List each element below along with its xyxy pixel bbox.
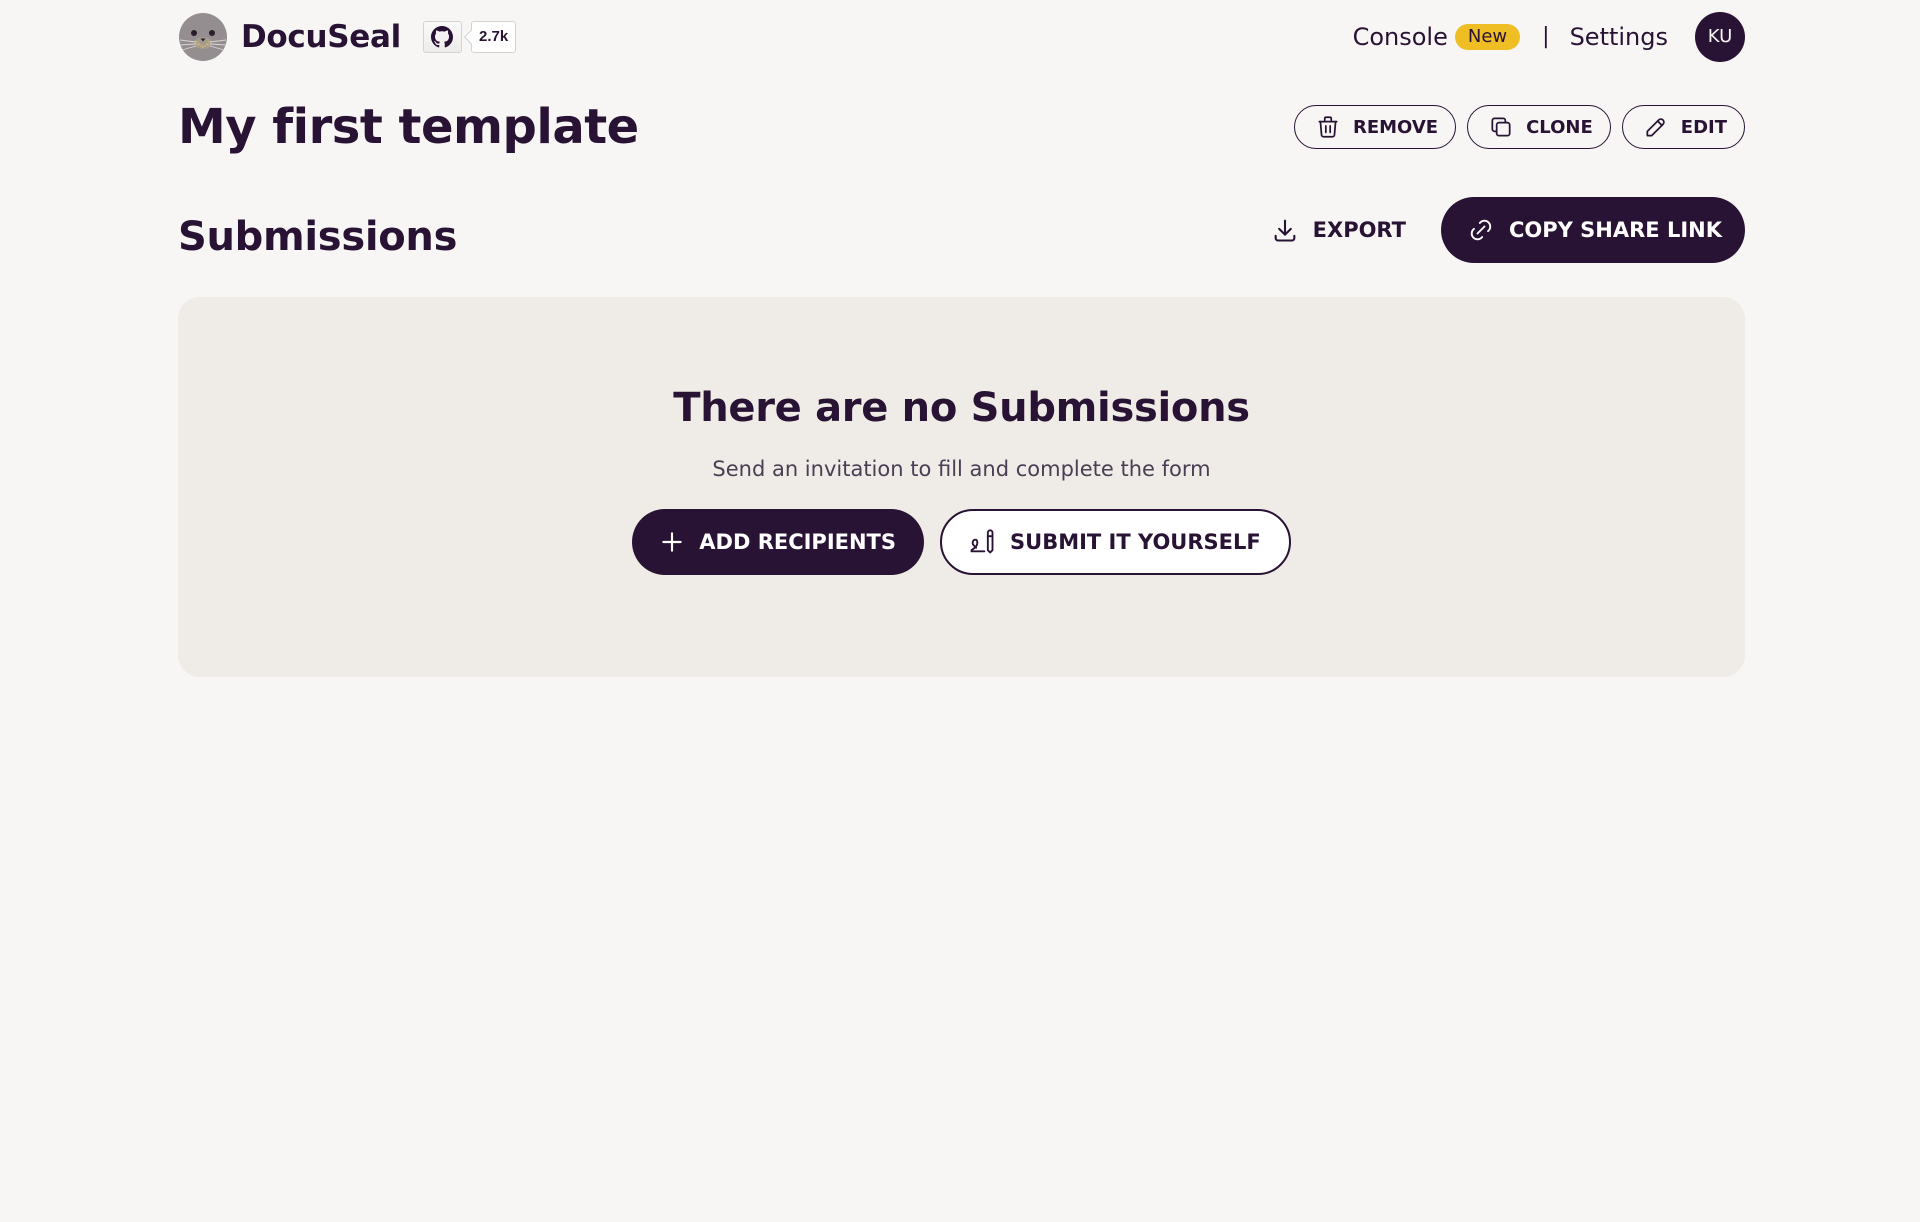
new-badge: New xyxy=(1454,23,1521,50)
submissions-header: Submissions EXPORT COPY SHARE LINK xyxy=(178,197,1745,263)
export-label: EXPORT xyxy=(1312,218,1406,242)
brand-name: DocuSeal xyxy=(241,18,401,55)
nav-right: Console New | Settings KU xyxy=(1353,11,1745,62)
writing-sign-icon xyxy=(968,528,996,556)
page-container: DocuSeal 2.7k Console New | Settings KU … xyxy=(178,0,1745,677)
github-stars-widget[interactable]: 2.7k xyxy=(422,20,517,53)
home-link[interactable]: DocuSeal xyxy=(178,11,401,63)
clone-button[interactable]: CLONE xyxy=(1467,105,1611,149)
template-actions: REMOVE CLONE EDIT xyxy=(1293,105,1745,149)
edit-label: EDIT xyxy=(1680,116,1727,138)
add-recipients-label: ADD RECIPIENTS xyxy=(699,530,897,554)
submissions-actions: EXPORT COPY SHARE LINK xyxy=(1271,197,1745,263)
brand: DocuSeal 2.7k xyxy=(178,11,517,63)
pencil-icon xyxy=(1643,114,1669,140)
empty-state-subtitle: Send an invitation to fill and complete … xyxy=(712,457,1211,481)
link-icon xyxy=(1467,216,1495,244)
empty-state-actions: ADD RECIPIENTS SUBMIT IT YOURSELF xyxy=(632,509,1291,575)
github-star-count[interactable]: 2.7k xyxy=(470,20,517,53)
copy-share-link-button[interactable]: COPY SHARE LINK xyxy=(1441,197,1745,263)
empty-state-card: There are no Submissions Send an invitat… xyxy=(178,297,1745,677)
empty-state-title: There are no Submissions xyxy=(673,385,1250,431)
trash-icon xyxy=(1315,114,1341,140)
settings-link[interactable]: Settings xyxy=(1570,23,1668,51)
navbar: DocuSeal 2.7k Console New | Settings KU xyxy=(178,0,1745,73)
submissions-title: Submissions xyxy=(178,214,458,260)
download-icon xyxy=(1271,216,1299,244)
edit-button[interactable]: EDIT xyxy=(1621,105,1745,149)
template-header: My first template REMOVE CLONE EDIT xyxy=(178,99,1745,155)
user-avatar[interactable]: KU xyxy=(1695,11,1745,62)
page-title: My first template xyxy=(178,99,639,155)
plus-icon xyxy=(659,529,685,555)
copy-share-link-label: COPY SHARE LINK xyxy=(1509,218,1722,242)
submit-it-yourself-label: SUBMIT IT YOURSELF xyxy=(1010,530,1261,554)
github-button[interactable] xyxy=(422,20,462,53)
export-button[interactable]: EXPORT xyxy=(1271,216,1406,244)
github-icon xyxy=(431,25,454,48)
clone-label: CLONE xyxy=(1526,116,1593,138)
copy-icon xyxy=(1488,114,1514,140)
submit-it-yourself-button[interactable]: SUBMIT IT YOURSELF xyxy=(940,509,1291,575)
console-link[interactable]: Console xyxy=(1353,23,1448,51)
add-recipients-button[interactable]: ADD RECIPIENTS xyxy=(632,509,925,575)
remove-label: REMOVE xyxy=(1352,116,1439,138)
nav-separator: | xyxy=(1542,24,1550,49)
seal-logo-icon xyxy=(178,11,229,63)
remove-button[interactable]: REMOVE xyxy=(1293,105,1457,149)
